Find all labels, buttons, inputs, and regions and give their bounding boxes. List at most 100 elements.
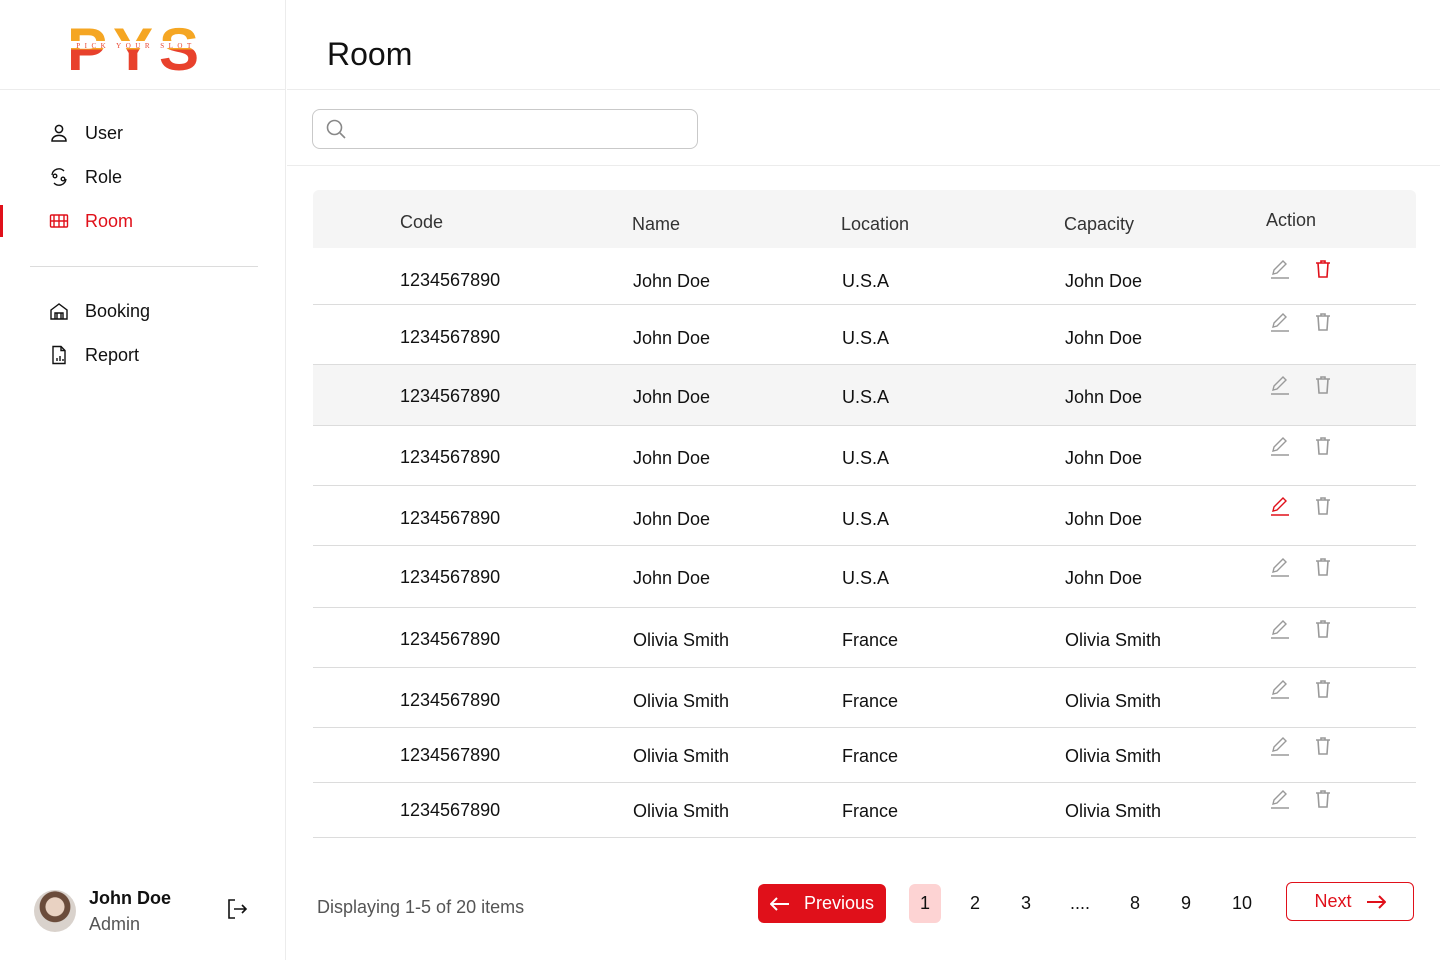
cell-name: John Doe <box>633 328 711 348</box>
cell-location: France <box>842 691 899 711</box>
edit-icon[interactable] <box>1269 258 1291 280</box>
cell-location: U.S.A <box>842 509 890 529</box>
cell-name: Olivia Smith <box>633 746 730 766</box>
delete-icon[interactable] <box>1312 735 1334 757</box>
user-icon <box>48 122 70 144</box>
sidebar-divider <box>30 266 258 267</box>
search-icon <box>326 119 346 139</box>
edit-icon[interactable] <box>1269 618 1291 640</box>
table-row: 1234567890 John Doe U.S.A John Doe <box>313 248 1416 305</box>
cell-code: 1234567890 <box>400 508 501 528</box>
cell-name: Olivia Smith <box>633 801 730 821</box>
column-header-code[interactable]: Code <box>400 212 443 233</box>
delete-icon[interactable] <box>1312 495 1334 517</box>
cell-location: U.S.A <box>842 387 890 407</box>
page-ellipsis: .... <box>1069 893 1090 913</box>
column-header-capacity[interactable]: Capacity <box>1064 214 1134 235</box>
edit-icon[interactable] <box>1269 788 1291 810</box>
edit-icon[interactable] <box>1269 556 1291 578</box>
next-label: Next <box>1314 891 1352 911</box>
edit-icon[interactable] <box>1269 435 1291 457</box>
edit-icon[interactable] <box>1269 374 1291 396</box>
cell-capacity: John Doe <box>1065 271 1143 291</box>
cell-name: Olivia Smith <box>633 630 730 650</box>
cell-code: 1234567890 <box>400 800 501 820</box>
logout-icon[interactable] <box>224 896 250 922</box>
page-8[interactable]: 8 <box>1119 884 1151 923</box>
edit-icon[interactable] <box>1269 678 1291 700</box>
cell-capacity: Olivia Smith <box>1065 691 1162 711</box>
delete-icon[interactable] <box>1312 435 1334 457</box>
page-9[interactable]: 9 <box>1170 884 1202 923</box>
cell-code: 1234567890 <box>400 386 501 406</box>
delete-icon[interactable] <box>1312 618 1334 640</box>
search-bar <box>287 91 1440 166</box>
user-role: Admin <box>89 914 141 934</box>
page-header: Room <box>287 0 1440 90</box>
delete-icon[interactable] <box>1312 311 1334 333</box>
page-10[interactable]: 10 <box>1226 884 1258 923</box>
column-header-action: Action <box>1266 210 1317 230</box>
table-row: 1234567890 John Doe U.S.A John Doe <box>313 486 1416 546</box>
cell-location: France <box>842 630 899 650</box>
cell-capacity: John Doe <box>1065 387 1143 407</box>
user-name: John Doe <box>89 888 172 908</box>
cell-location: U.S.A <box>842 271 890 291</box>
cell-location: U.S.A <box>842 568 890 588</box>
delete-icon[interactable] <box>1312 556 1334 578</box>
cell-name: John Doe <box>633 387 711 407</box>
previous-button[interactable]: Previous <box>758 884 886 923</box>
sidebar-item-user[interactable]: User <box>48 119 123 147</box>
cell-location: France <box>842 746 899 766</box>
table-row: 1234567890 Olivia Smith France Olivia Smith <box>313 608 1416 668</box>
cell-capacity: Olivia Smith <box>1065 801 1162 821</box>
cell-name: John Doe <box>633 568 711 588</box>
next-button[interactable]: Next <box>1286 882 1414 921</box>
table-body: 1234567890 John Doe U.S.A John Doe 123456789… <box>313 248 1416 838</box>
cell-capacity: John Doe <box>1065 328 1143 348</box>
cell-code: 1234567890 <box>400 567 501 587</box>
edit-icon[interactable] <box>1269 495 1291 517</box>
active-indicator <box>0 205 3 237</box>
room-icon <box>48 210 70 232</box>
user-card: John Doe Admin <box>34 884 264 940</box>
column-header-name[interactable]: Name <box>632 214 680 235</box>
cell-name: John Doe <box>633 448 711 468</box>
table-row: 1234567890 John Doe U.S.A John Doe <box>313 426 1416 486</box>
column-header-location[interactable]: Location <box>841 214 909 235</box>
cell-code: 1234567890 <box>400 690 501 710</box>
table-header: Code Name Location Capacity Action <box>313 190 1416 248</box>
table-row: 1234567890 John Doe U.S.A John Doe <box>313 546 1416 608</box>
delete-icon[interactable] <box>1312 678 1334 700</box>
logo-area: PYS PICK YOUR SLOT <box>0 0 286 90</box>
sidebar-item-booking[interactable]: Booking <box>48 297 150 325</box>
delete-icon[interactable] <box>1312 374 1334 396</box>
table-row: 1234567890 Olivia Smith France Olivia Smith <box>313 728 1416 783</box>
table-row: 1234567890 Olivia Smith France Olivia Smith <box>313 783 1416 838</box>
pagination-info: Displaying 1-5 of 20 items <box>317 897 525 917</box>
page-2[interactable]: 2 <box>959 884 991 923</box>
table-row: 1234567890 John Doe U.S.A John Doe <box>313 365 1416 426</box>
cell-capacity: John Doe <box>1065 509 1143 529</box>
cell-capacity: John Doe <box>1065 448 1143 468</box>
sidebar-item-role[interactable]: Role <box>48 163 122 191</box>
sidebar-item-label: Booking <box>85 300 151 321</box>
cell-code: 1234567890 <box>400 270 501 290</box>
arrow-right-icon <box>1366 894 1386 909</box>
edit-icon[interactable] <box>1269 311 1291 333</box>
page-3[interactable]: 3 <box>1010 884 1042 923</box>
cell-name: John Doe <box>633 509 711 529</box>
page-1[interactable]: 1 <box>909 884 941 923</box>
avatar[interactable] <box>34 890 76 932</box>
edit-icon[interactable] <box>1269 735 1291 757</box>
sidebar-item-room[interactable]: Room <box>48 207 133 235</box>
pys-logo[interactable]: PYS PICK YOUR SLOT <box>66 18 206 74</box>
cell-location: U.S.A <box>842 448 890 468</box>
cell-capacity: Olivia Smith <box>1065 746 1162 766</box>
delete-icon[interactable] <box>1312 788 1334 810</box>
delete-icon[interactable] <box>1312 258 1334 280</box>
page-title: Room <box>327 36 413 72</box>
search-input[interactable] <box>355 120 685 138</box>
sidebar-item-report[interactable]: Report <box>48 341 139 369</box>
search-box[interactable] <box>312 109 698 149</box>
